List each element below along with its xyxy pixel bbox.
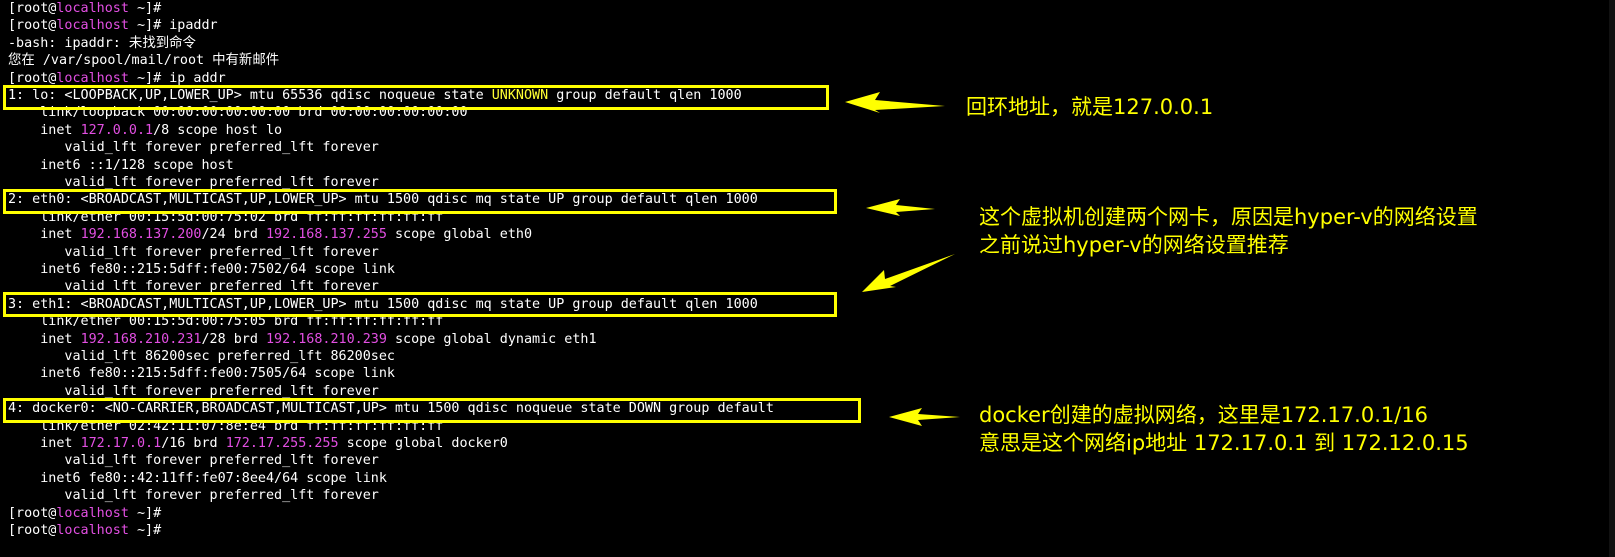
- annotation-docker-line2: 意思是这个网络ip地址 172.17.0.1 到 172.12.0.15: [979, 431, 1469, 455]
- annotation-docker: docker创建的虚拟网络，这里是172.17.0.1/16 意思是这个网络ip…: [979, 401, 1469, 457]
- annotation-lo-text: 回环地址，就是127.0.0.1: [966, 95, 1214, 119]
- arrow-lo-icon: [845, 92, 945, 113]
- scrollbar[interactable]: [1609, 0, 1615, 557]
- annotation-lo: 回环地址，就是127.0.0.1: [966, 93, 1213, 121]
- arrow-docker0-icon: [889, 408, 960, 426]
- annotation-docker-line1: docker创建的虚拟网络，这里是172.17.0.1/16: [979, 403, 1429, 427]
- annotation-arrows: [845, 92, 960, 426]
- annotation-eth-line1: 这个虚拟机创建两个网卡，原因是hyper-v的网络设置: [979, 205, 1478, 229]
- arrow-eth1-icon: [862, 254, 955, 292]
- annotation-eth-line2: 之前说过hyper-v的网络设置推荐: [979, 233, 1289, 257]
- arrow-eth0-icon: [866, 199, 935, 216]
- annotation-eth: 这个虚拟机创建两个网卡，原因是hyper-v的网络设置 之前说过hyper-v的…: [979, 203, 1478, 259]
- terminal-window[interactable]: [root@localhost ~]# [root@localhost ~]# i…: [0, 0, 1615, 557]
